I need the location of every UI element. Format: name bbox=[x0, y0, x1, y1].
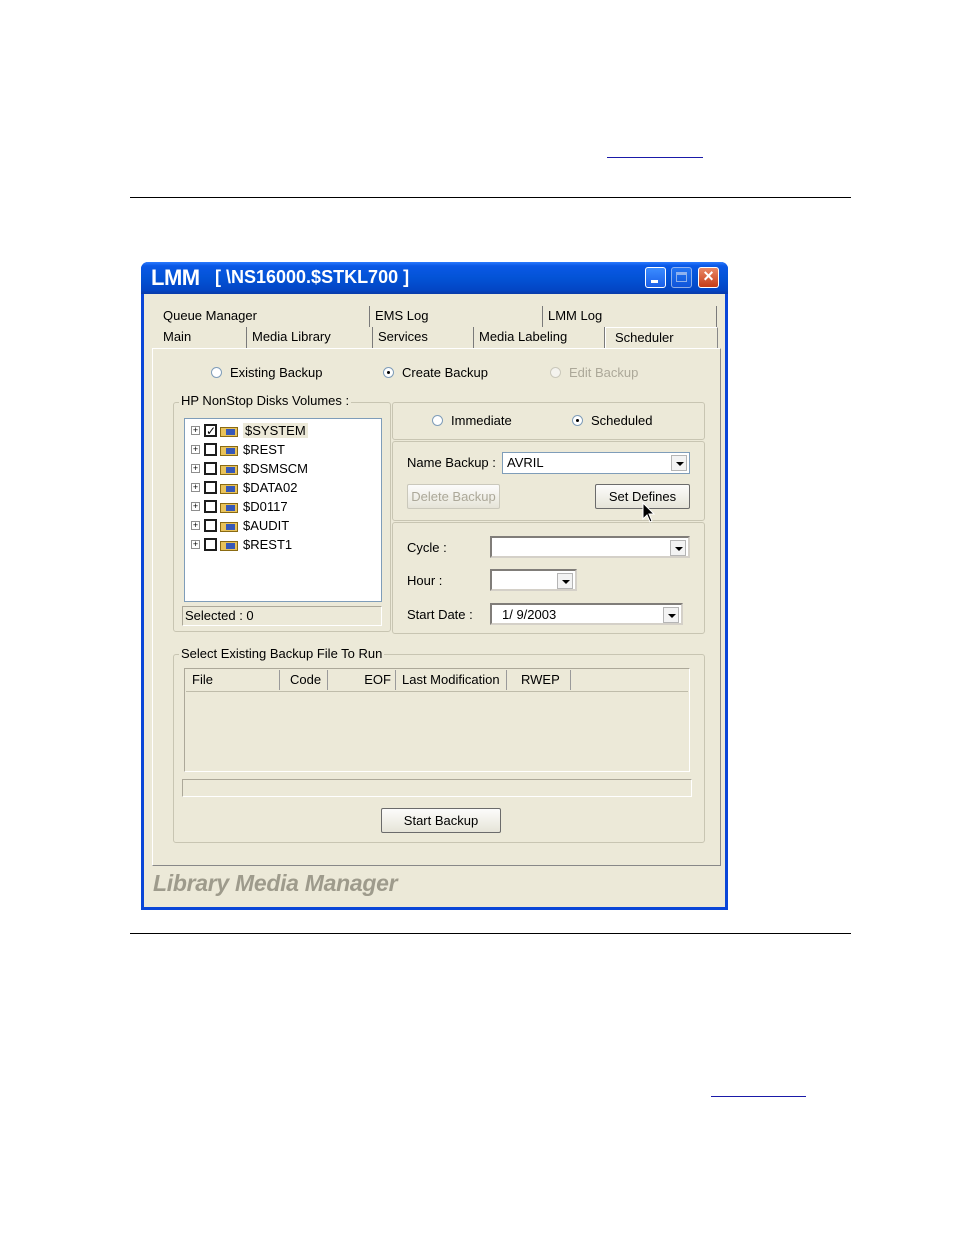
checkbox-icon[interactable] bbox=[204, 462, 217, 475]
minimize-icon[interactable] bbox=[645, 267, 666, 288]
cycle-label: Cycle : bbox=[407, 540, 447, 555]
create-backup-label: Create Backup bbox=[402, 365, 488, 380]
expand-icon[interactable]: + bbox=[191, 464, 200, 473]
existing-files-legend: Select Existing Backup File To Run bbox=[179, 646, 385, 661]
system-path: [ \NS16000.$STKL700 ] bbox=[215, 267, 410, 287]
tab-media-library[interactable]: Media Library bbox=[247, 327, 373, 348]
checkbox-checked-icon[interactable]: ✓ bbox=[204, 424, 217, 437]
expand-icon[interactable]: + bbox=[191, 483, 200, 492]
name-backup-value: AVRIL bbox=[507, 455, 544, 470]
immediate-radio[interactable]: Immediate bbox=[432, 413, 512, 428]
tree-node[interactable]: + ✓ $SYSTEM bbox=[191, 421, 308, 440]
close-icon[interactable]: × bbox=[698, 266, 719, 288]
tab-services[interactable]: Services bbox=[373, 327, 474, 348]
hyperlink-underline-top[interactable] bbox=[607, 157, 703, 158]
checkbox-icon[interactable] bbox=[204, 500, 217, 513]
start-backup-button[interactable]: Start Backup bbox=[381, 808, 501, 833]
tree-node[interactable]: + $REST1 bbox=[191, 535, 292, 554]
radio-indicator bbox=[550, 367, 561, 378]
disk-tree[interactable]: + ✓ $SYSTEM + $REST + $DSMSCM + $DATA02 … bbox=[184, 418, 382, 602]
disk-volume-icon bbox=[220, 520, 238, 532]
checkbox-icon[interactable] bbox=[204, 519, 217, 532]
chevron-down-icon[interactable] bbox=[671, 455, 687, 471]
column-header-code[interactable]: Code bbox=[280, 670, 328, 690]
maximize-icon[interactable] bbox=[671, 267, 692, 288]
existing-backup-radio[interactable]: Existing Backup bbox=[211, 365, 323, 380]
file-list-body[interactable] bbox=[186, 691, 688, 770]
column-header-rwep[interactable]: RWEP bbox=[507, 670, 571, 690]
tree-node[interactable]: + $REST bbox=[191, 440, 285, 459]
disk-volume-icon bbox=[220, 539, 238, 551]
hyperlink-underline-bottom[interactable] bbox=[711, 1096, 806, 1097]
disk-volume-icon bbox=[220, 501, 238, 513]
checkbox-icon[interactable] bbox=[204, 538, 217, 551]
mouse-pointer-icon bbox=[642, 502, 656, 523]
chevron-down-icon[interactable] bbox=[663, 607, 679, 623]
name-backup-select[interactable]: AVRIL bbox=[502, 452, 690, 474]
cycle-select[interactable] bbox=[490, 536, 690, 558]
hour-label: Hour : bbox=[407, 573, 443, 588]
disks-legend: HP NonStop Disks Volumes : bbox=[179, 393, 352, 408]
app-name: LMM bbox=[151, 265, 200, 290]
scheduled-label: Scheduled bbox=[591, 413, 653, 428]
scheduled-radio[interactable]: Scheduled bbox=[572, 413, 652, 428]
start-date-picker[interactable]: 1/ 9/2003 bbox=[490, 603, 683, 625]
title-bar[interactable]: LMM [ \NS16000.$STKL700 ] × bbox=[141, 262, 728, 294]
disk-volume-icon bbox=[220, 482, 238, 494]
selected-count: Selected : 0 bbox=[182, 606, 382, 626]
start-date-label: Start Date : bbox=[407, 607, 473, 622]
disk-name: $REST1 bbox=[243, 537, 293, 552]
create-backup-radio[interactable]: Create Backup bbox=[383, 365, 488, 380]
radio-indicator bbox=[383, 367, 394, 378]
checkbox-icon[interactable] bbox=[204, 481, 217, 494]
tab-lmm-log[interactable]: LMM Log bbox=[543, 306, 717, 327]
tab-main[interactable]: Main bbox=[158, 327, 247, 348]
expand-icon[interactable]: + bbox=[191, 426, 200, 435]
tree-node[interactable]: + $D0117 bbox=[191, 497, 288, 516]
lmm-window: LMM [ \NS16000.$STKL700 ] × Queue Manage… bbox=[141, 262, 728, 910]
radio-indicator bbox=[211, 367, 222, 378]
column-header-eof[interactable]: EOF bbox=[328, 670, 396, 690]
disk-name: $DATA02 bbox=[243, 480, 298, 495]
chevron-down-icon[interactable] bbox=[557, 573, 573, 589]
edit-backup-radio: Edit Backup bbox=[550, 365, 638, 380]
column-header-last-modification[interactable]: Last Modification bbox=[396, 670, 507, 690]
column-header-file[interactable]: File bbox=[186, 670, 280, 690]
tab-queue-manager[interactable]: Queue Manager bbox=[158, 306, 370, 327]
tab-media-labeling[interactable]: Media Labeling bbox=[474, 327, 605, 348]
expand-icon[interactable]: + bbox=[191, 521, 200, 530]
existing-backup-label: Existing Backup bbox=[230, 365, 323, 380]
tree-node[interactable]: + $DSMSCM bbox=[191, 459, 308, 478]
disk-name: $AUDIT bbox=[243, 518, 290, 533]
chevron-down-icon[interactable] bbox=[670, 540, 686, 556]
radio-indicator bbox=[572, 415, 583, 426]
app-footer-title: Library Media Manager bbox=[153, 870, 398, 896]
tab-scheduler[interactable]: Scheduler bbox=[605, 327, 718, 348]
expand-icon[interactable]: + bbox=[191, 445, 200, 454]
immediate-label: Immediate bbox=[451, 413, 512, 428]
tab-ems-log[interactable]: EMS Log bbox=[370, 306, 543, 327]
delete-backup-button: Delete Backup bbox=[407, 484, 500, 509]
tree-node[interactable]: + $AUDIT bbox=[191, 516, 289, 535]
disk-name: $SYSTEM bbox=[243, 423, 308, 438]
start-date-value: 1/ 9/2003 bbox=[502, 607, 557, 622]
checkbox-icon[interactable] bbox=[204, 443, 217, 456]
figure-bottom-rule bbox=[130, 933, 851, 934]
hour-select[interactable] bbox=[490, 569, 577, 591]
disk-name: $D0117 bbox=[243, 499, 288, 514]
progress-bar bbox=[182, 779, 692, 797]
disk-volume-icon bbox=[220, 444, 238, 456]
figure-top-rule bbox=[130, 197, 851, 198]
tree-node[interactable]: + $DATA02 bbox=[191, 478, 297, 497]
expand-icon[interactable]: + bbox=[191, 540, 200, 549]
disk-name: $DSMSCM bbox=[243, 461, 309, 476]
backup-file-list[interactable]: File Code EOF Last Modification RWEP bbox=[184, 668, 690, 772]
disk-name: $REST bbox=[243, 442, 285, 457]
disk-volume-icon bbox=[220, 425, 238, 437]
radio-indicator bbox=[432, 415, 443, 426]
disk-volume-icon bbox=[220, 463, 238, 475]
edit-backup-label: Edit Backup bbox=[569, 365, 639, 380]
expand-icon[interactable]: + bbox=[191, 502, 200, 511]
name-backup-label: Name Backup : bbox=[407, 455, 496, 470]
